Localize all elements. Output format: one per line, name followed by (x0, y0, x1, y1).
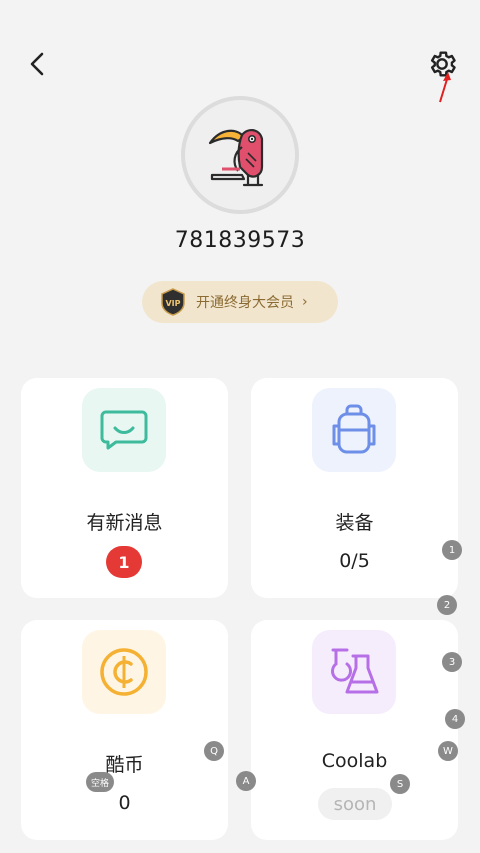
key-hint-4[interactable]: 4 (445, 709, 465, 729)
vip-shield-icon: VIP (161, 288, 185, 316)
flask-icon (312, 630, 396, 714)
coins-balance: 0 (118, 792, 131, 814)
unread-count-badge: 1 (106, 546, 142, 578)
user-id: 781839573 (174, 228, 306, 253)
key-hint-space[interactable]: 空格 (86, 772, 115, 792)
equipment-title: 装备 (335, 512, 374, 534)
back-button[interactable] (24, 50, 52, 78)
coin-icon (82, 630, 166, 714)
key-hint-w[interactable]: W (438, 741, 458, 761)
vip-badge-text: VIP (165, 299, 180, 308)
messages-card[interactable]: 有新消息 1 (21, 378, 228, 598)
annotation-arrow (439, 72, 451, 103)
coins-title: 酷币 (105, 754, 144, 776)
coming-soon-badge: soon (318, 788, 392, 820)
key-hint-1[interactable]: 1 (442, 540, 462, 560)
backpack-icon (312, 388, 396, 472)
key-hint-a[interactable]: A (236, 771, 256, 791)
vip-membership-button[interactable]: VIP 开通终身大会员 › (142, 281, 338, 323)
vip-label: 开通终身大会员 (196, 295, 294, 311)
coolab-title: Coolab (321, 750, 388, 772)
equipment-card[interactable]: 装备 0/5 (251, 378, 458, 598)
key-hint-s[interactable]: S (390, 774, 410, 794)
key-hint-q[interactable]: Q (204, 741, 224, 761)
avatar[interactable] (181, 96, 299, 214)
key-hint-2[interactable]: 2 (437, 595, 457, 615)
coolab-card[interactable]: Coolab soon (251, 620, 458, 840)
chevron-left-icon (30, 52, 44, 76)
toucan-icon (208, 129, 264, 187)
key-hint-3[interactable]: 3 (442, 652, 462, 672)
equipment-count: 0/5 (339, 550, 370, 572)
coins-card[interactable]: 酷币 0 (21, 620, 228, 840)
messages-title: 有新消息 (86, 512, 163, 534)
chat-bubble-icon (82, 388, 166, 472)
chevron-right-icon: › (302, 294, 308, 310)
